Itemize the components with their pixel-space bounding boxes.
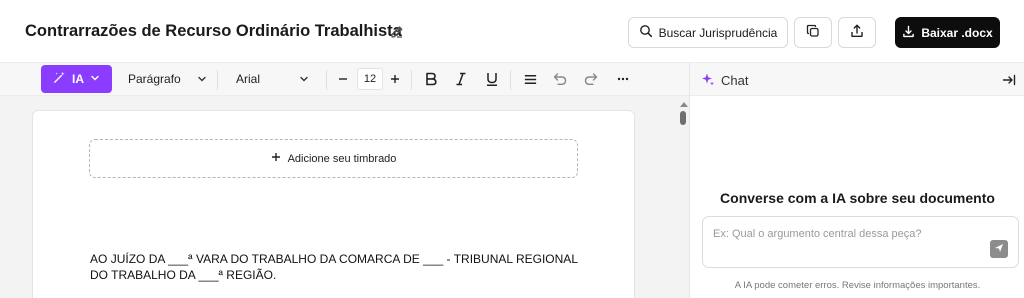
underline-icon[interactable] bbox=[483, 70, 501, 88]
chevron-down-icon bbox=[90, 72, 100, 86]
more-icon[interactable] bbox=[614, 70, 632, 88]
scroll-up-arrow[interactable] bbox=[680, 102, 688, 107]
chat-panel: Converse com a IA sobre seu documento Ex… bbox=[689, 96, 1024, 298]
add-letterhead-button[interactable]: Adicione seu timbrado bbox=[89, 139, 578, 178]
magic-wand-icon bbox=[53, 71, 66, 87]
chevron-down-icon[interactable] bbox=[295, 70, 313, 88]
chat-header: Chat bbox=[689, 62, 1024, 96]
sparkle-icon bbox=[701, 72, 715, 91]
search-icon bbox=[639, 24, 653, 41]
chat-input-placeholder: Ex: Qual o argumento central dessa peça? bbox=[713, 228, 922, 240]
decrease-font-size-button[interactable] bbox=[334, 70, 352, 88]
undo-icon[interactable] bbox=[551, 70, 569, 88]
editor-scrollbar[interactable] bbox=[677, 100, 689, 298]
font-family-select[interactable]: Arial bbox=[236, 72, 260, 86]
collapse-panel-icon[interactable] bbox=[1002, 73, 1016, 92]
share-icon bbox=[850, 24, 864, 41]
toolbar-divider bbox=[411, 70, 412, 90]
chat-input[interactable]: Ex: Qual o argumento central dessa peça? bbox=[702, 216, 1019, 268]
ia-menu-button[interactable]: IA bbox=[41, 65, 112, 93]
copy-icon bbox=[806, 24, 820, 41]
document-title: Contrarrazões de Recurso Ordinário Traba… bbox=[25, 22, 402, 40]
app-header: Contrarrazões de Recurso Ordinário Traba… bbox=[0, 0, 1024, 62]
search-jurisprudence-label: Buscar Jurisprudência bbox=[658, 25, 778, 40]
redo-icon[interactable] bbox=[582, 70, 600, 88]
ai-disclaimer: A IA pode cometer erros. Revise informaç… bbox=[734, 280, 981, 291]
italic-icon[interactable] bbox=[452, 70, 470, 88]
send-button[interactable] bbox=[990, 240, 1008, 258]
editor-toolbar: IA Parágrafo Arial 12 bbox=[0, 62, 689, 96]
document-body-text[interactable]: AO JUÍZO DA ___ª VARA DO TRABALHO DA COM… bbox=[90, 251, 578, 283]
font-size-input[interactable]: 12 bbox=[357, 68, 383, 90]
copy-button[interactable] bbox=[794, 17, 832, 48]
search-jurisprudence-button[interactable]: Buscar Jurisprudência bbox=[628, 17, 788, 48]
add-letterhead-label: Adicione seu timbrado bbox=[287, 152, 397, 165]
pencil-icon[interactable] bbox=[389, 24, 405, 40]
plus-icon bbox=[271, 152, 281, 165]
send-icon bbox=[994, 240, 1004, 258]
download-docx-label: Baixar .docx bbox=[921, 25, 993, 40]
document-page[interactable]: Adicione seu timbrado AO JUÍZO DA ___ª V… bbox=[32, 110, 635, 298]
chat-heading: Converse com a IA sobre seu documento bbox=[720, 190, 995, 206]
toolbar-divider bbox=[217, 70, 218, 90]
chevron-down-icon[interactable] bbox=[193, 70, 211, 88]
share-button[interactable] bbox=[838, 17, 876, 48]
align-icon[interactable] bbox=[521, 70, 539, 88]
toolbar-divider bbox=[510, 70, 511, 90]
paragraph-style-select[interactable]: Parágrafo bbox=[128, 72, 181, 86]
toolbar-divider bbox=[326, 70, 327, 90]
increase-font-size-button[interactable] bbox=[386, 70, 404, 88]
chat-title: Chat bbox=[721, 73, 749, 88]
download-docx-button[interactable]: Baixar .docx bbox=[895, 17, 1000, 48]
download-icon bbox=[902, 25, 915, 41]
bold-icon[interactable] bbox=[422, 70, 440, 88]
editor-area: Adicione seu timbrado AO JUÍZO DA ___ª V… bbox=[0, 96, 689, 298]
scroll-thumb[interactable] bbox=[680, 111, 686, 125]
ia-label: IA bbox=[72, 72, 84, 86]
